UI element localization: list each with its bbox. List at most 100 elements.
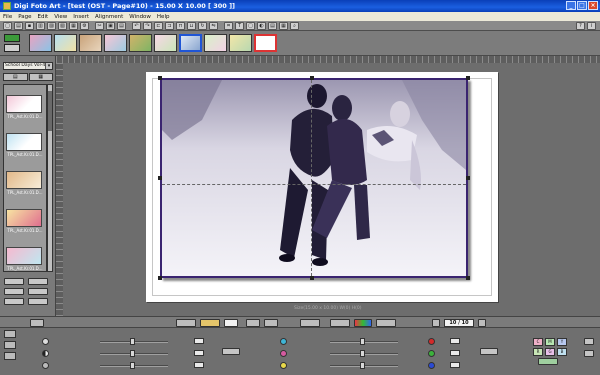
apply-button[interactable] bbox=[4, 298, 24, 305]
reset-button[interactable] bbox=[222, 348, 240, 355]
contrast-value[interactable] bbox=[194, 350, 204, 356]
crop-icon[interactable]: ⌗ bbox=[224, 21, 233, 30]
new-icon[interactable]: ▢ bbox=[3, 21, 12, 30]
text-icon[interactable]: T bbox=[235, 21, 244, 30]
page-thumbnail[interactable] bbox=[54, 34, 77, 52]
template-scrollbar[interactable] bbox=[47, 84, 53, 272]
list-item[interactable]: TPL_Ast.Kr.01.D... bbox=[6, 209, 44, 233]
page-thumbnail[interactable] bbox=[104, 34, 127, 52]
frame-icon[interactable]: ▢ bbox=[246, 21, 255, 30]
add-page-button[interactable] bbox=[4, 34, 20, 42]
minimize-button[interactable]: _ bbox=[566, 1, 576, 10]
list-item[interactable]: TPL_Ast.Kr.01.D... bbox=[6, 171, 44, 195]
list-item[interactable]: TPL_Ast.Kr.01.D... bbox=[6, 95, 44, 119]
page-thumbnail[interactable] bbox=[79, 34, 102, 52]
lock-button[interactable] bbox=[30, 319, 44, 327]
image-icon[interactable]: ▨ bbox=[47, 21, 56, 30]
menu-view[interactable]: View bbox=[54, 14, 67, 20]
brightness-value[interactable] bbox=[194, 338, 204, 344]
zoom-icon[interactable]: ⌕ bbox=[290, 21, 299, 30]
menu-insert[interactable]: Insert bbox=[73, 14, 89, 20]
maximize-button[interactable]: □ bbox=[577, 1, 587, 10]
cyan-red-slider[interactable] bbox=[330, 338, 398, 345]
tab-grid[interactable]: ▦ bbox=[28, 73, 53, 81]
tool-button[interactable] bbox=[4, 352, 16, 360]
frame-shape-button[interactable] bbox=[224, 319, 238, 327]
help-icon[interactable]: ? bbox=[576, 22, 585, 30]
flip-icon[interactable]: ⇋ bbox=[209, 21, 218, 30]
swatch[interactable]: B bbox=[557, 348, 567, 356]
menu-edit[interactable]: Edit bbox=[38, 14, 49, 20]
layer-icon[interactable]: ▤ bbox=[268, 21, 277, 30]
panel-expand-button[interactable] bbox=[584, 350, 594, 357]
blue-value[interactable] bbox=[450, 362, 460, 368]
page-thumbnail[interactable] bbox=[154, 34, 177, 52]
resize-handle[interactable] bbox=[310, 276, 314, 280]
resize-handle[interactable] bbox=[158, 276, 162, 280]
fill-button[interactable] bbox=[264, 319, 278, 327]
photo-frame[interactable] bbox=[160, 78, 468, 278]
info-icon[interactable]: i bbox=[587, 22, 596, 30]
grid-icon[interactable]: ▦ bbox=[279, 21, 288, 30]
rotate-icon[interactable]: ↻ bbox=[198, 21, 207, 30]
resize-handle[interactable] bbox=[466, 176, 470, 180]
prev-button[interactable] bbox=[4, 288, 24, 295]
green-value[interactable] bbox=[450, 350, 460, 356]
album-icon[interactable]: ▧ bbox=[58, 21, 67, 30]
open-icon[interactable]: ▤ bbox=[14, 21, 23, 30]
saturation-value[interactable] bbox=[194, 362, 204, 368]
cut-icon[interactable]: ✂ bbox=[95, 21, 104, 30]
resize-handle[interactable] bbox=[158, 176, 162, 180]
page-thumbnail[interactable] bbox=[204, 34, 227, 52]
settings-icon[interactable]: ⚙ bbox=[80, 21, 89, 30]
red-value[interactable] bbox=[450, 338, 460, 344]
page-thumbnail-current[interactable] bbox=[254, 34, 277, 52]
paste-icon[interactable]: ▤ bbox=[117, 21, 126, 30]
brightness-slider[interactable] bbox=[100, 338, 168, 345]
tab-list[interactable]: ▤ bbox=[3, 73, 28, 81]
page-next-button[interactable] bbox=[478, 319, 486, 327]
fit-button[interactable] bbox=[300, 319, 320, 327]
tool-button[interactable] bbox=[4, 330, 16, 338]
resize-handle[interactable] bbox=[466, 76, 470, 80]
contrast-slider[interactable] bbox=[100, 350, 168, 357]
page-prev-button[interactable] bbox=[432, 319, 440, 327]
chevron-down-icon[interactable]: ▾ bbox=[45, 63, 52, 69]
saturation-slider[interactable] bbox=[100, 362, 168, 369]
mask-icon[interactable]: ◐ bbox=[257, 21, 266, 30]
color-reset-button[interactable] bbox=[480, 348, 498, 355]
resize-handle[interactable] bbox=[158, 76, 162, 80]
swap-button[interactable] bbox=[330, 319, 350, 327]
list-item[interactable]: TPL_Ast.Kr.01.D... bbox=[6, 133, 44, 157]
magenta-green-slider[interactable] bbox=[330, 350, 398, 357]
undo-icon[interactable]: ↶ bbox=[132, 21, 141, 30]
close-button[interactable]: × bbox=[588, 1, 598, 10]
tool-button[interactable] bbox=[4, 341, 16, 349]
page-options-button[interactable] bbox=[4, 44, 20, 52]
align-bottom-icon[interactable]: ⊔ bbox=[187, 21, 196, 30]
save-icon[interactable]: ▪ bbox=[25, 21, 34, 30]
next-button[interactable] bbox=[28, 288, 48, 295]
template-select[interactable]: School Days Vol-43 ▾ bbox=[3, 62, 53, 70]
remove-button[interactable] bbox=[28, 298, 48, 305]
page-thumbnail[interactable] bbox=[229, 34, 252, 52]
redo-icon[interactable]: ↷ bbox=[143, 21, 152, 30]
align-right-icon[interactable]: ⊐ bbox=[165, 21, 174, 30]
effect-button[interactable] bbox=[376, 319, 396, 327]
page-thumbnail-selected[interactable] bbox=[179, 34, 202, 52]
shadow-button[interactable] bbox=[246, 319, 260, 327]
align-left-icon[interactable]: ⊏ bbox=[154, 21, 163, 30]
swatch[interactable]: Y bbox=[557, 338, 567, 346]
first-button[interactable] bbox=[4, 278, 24, 285]
swatch[interactable]: C bbox=[533, 338, 543, 346]
swatch[interactable]: M bbox=[545, 338, 555, 346]
swatch[interactable]: R bbox=[533, 348, 543, 356]
export-icon[interactable]: ▦ bbox=[69, 21, 78, 30]
menu-file[interactable]: File bbox=[3, 14, 12, 20]
print-icon[interactable]: ▥ bbox=[36, 21, 45, 30]
page-thumbnail[interactable] bbox=[29, 34, 52, 52]
yellow-blue-slider[interactable] bbox=[330, 362, 398, 369]
last-button[interactable] bbox=[28, 278, 48, 285]
apply-color-button[interactable] bbox=[538, 358, 558, 365]
menu-help[interactable]: Help bbox=[157, 14, 170, 20]
